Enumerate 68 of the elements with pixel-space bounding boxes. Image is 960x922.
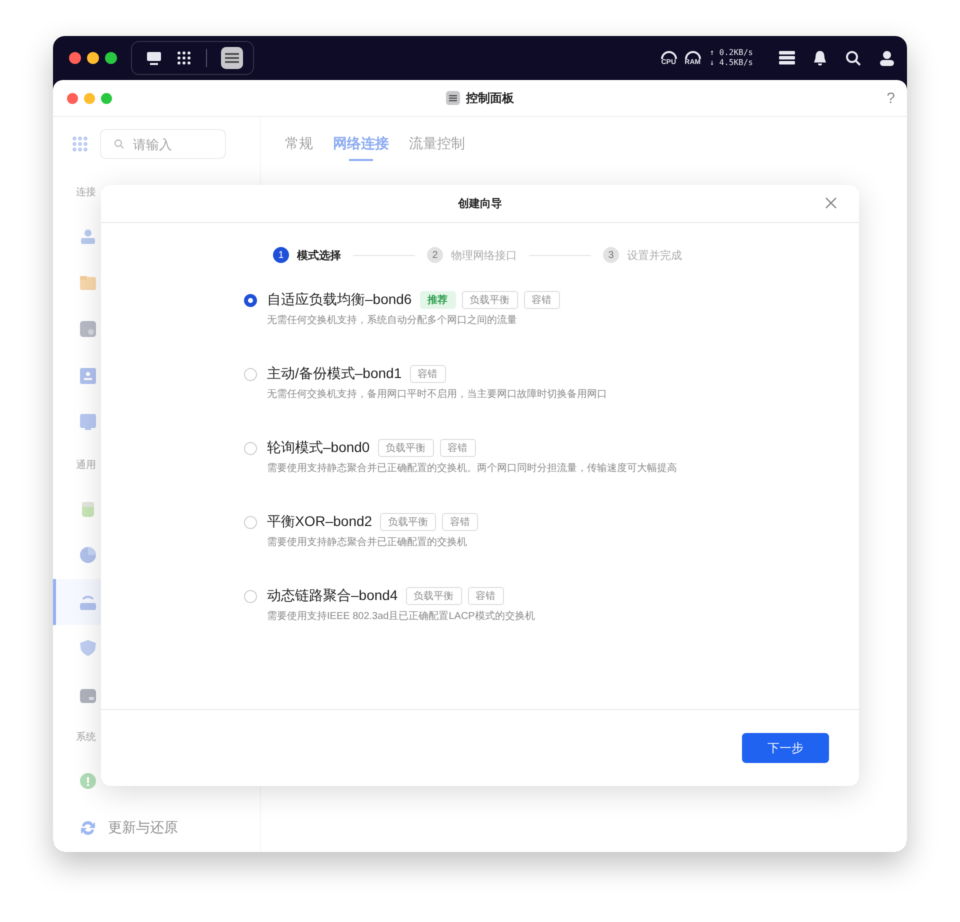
- option-description: 需要使用支持静态聚合并已正确配置的交换机。两个网口同时分担流量，传输速度可大幅提高: [267, 462, 677, 476]
- tag: 容错: [524, 291, 560, 309]
- search-field[interactable]: 请输入: [100, 129, 226, 159]
- close-button[interactable]: [67, 92, 78, 104]
- gauge-icon: [684, 49, 702, 59]
- shield-icon: [80, 640, 96, 656]
- option-description: 需要使用支持静态聚合并已正确配置的交换机: [267, 536, 468, 550]
- user-icon: [80, 228, 96, 244]
- bell-icon[interactable]: [813, 50, 827, 66]
- radio-button[interactable]: [244, 294, 257, 307]
- option-description: 无需任何交换机支持，备用网口平时不启用，当主要网口故障时切换备用网口: [267, 388, 607, 402]
- step-number: 2: [427, 247, 443, 263]
- server-icon[interactable]: [779, 51, 795, 65]
- apps-grid-icon[interactable]: [72, 136, 88, 152]
- option-title: 主动/备份模式–bond1: [267, 365, 402, 383]
- step-label: 模式选择: [297, 248, 341, 262]
- minimize-button[interactable]: [87, 52, 99, 64]
- zoom-button[interactable]: [105, 52, 117, 64]
- tag: 容错: [442, 513, 478, 531]
- option-title: 平衡XOR–bond2: [267, 513, 372, 531]
- dialog-title: 创建向导: [458, 196, 502, 211]
- section-label: 系统: [76, 730, 96, 745]
- gauge-icon: [660, 49, 678, 59]
- option-title: 自适应负载均衡–bond6: [267, 291, 412, 309]
- option-description: 无需任何交换机支持，系统自动分配多个网口之间的流量: [267, 314, 518, 328]
- tag: 容错: [468, 587, 504, 605]
- tag: 负载平衡: [378, 439, 434, 457]
- section-label: 通用: [76, 458, 96, 472]
- user-icon[interactable]: [879, 50, 895, 66]
- section-label: 连接: [76, 186, 96, 200]
- tab[interactable]: 流量控制: [409, 131, 465, 161]
- search-icon: [114, 139, 124, 149]
- tab[interactable]: 常规: [285, 131, 313, 161]
- router-icon: [80, 594, 96, 610]
- folder-icon: [80, 274, 96, 291]
- step-number: 1: [273, 247, 289, 263]
- monitor-icon: [80, 414, 96, 430]
- info-icon: [80, 773, 96, 790]
- upload-speed: ↑ 0.2KB/s: [710, 48, 753, 58]
- tag: 容错: [410, 365, 446, 383]
- recommend-tag: 推荐: [420, 291, 456, 309]
- step-number: 3: [603, 247, 619, 263]
- step-label: 物理网络接口: [451, 248, 517, 262]
- id-card-icon: [80, 368, 96, 384]
- monitor-icon[interactable]: [146, 51, 162, 65]
- option-description: 需要使用支持IEEE 802.3ad且已正确配置LACP模式的交换机: [267, 610, 535, 624]
- close-icon[interactable]: [825, 197, 837, 209]
- control-panel-icon: [446, 91, 460, 105]
- storage-icon: [80, 321, 96, 338]
- battery-icon: [80, 500, 96, 517]
- grid-icon[interactable]: [176, 50, 192, 66]
- tag: 负载平衡: [406, 587, 462, 605]
- tag: 负载平衡: [380, 513, 436, 531]
- refresh-icon: [80, 820, 96, 836]
- download-speed: ↓ 4.5KB/s: [710, 58, 753, 68]
- tag: 容错: [440, 439, 476, 457]
- help-button[interactable]: ?: [886, 90, 895, 106]
- step-label: 设置并完成: [627, 248, 682, 262]
- option-title: 轮询模式–bond0: [267, 439, 370, 457]
- window-title: 控制面板: [466, 90, 514, 106]
- sidebar-item[interactable]: 更新与还原: [53, 804, 260, 851]
- control-panel-icon[interactable]: [221, 47, 243, 69]
- option-title: 动态链路聚合–bond4: [267, 587, 398, 605]
- drive-icon: [80, 686, 96, 703]
- search-icon[interactable]: [845, 50, 861, 66]
- close-button[interactable]: [69, 52, 81, 64]
- tag: 负载平衡: [462, 291, 518, 309]
- next-button[interactable]: 下一步: [742, 733, 829, 763]
